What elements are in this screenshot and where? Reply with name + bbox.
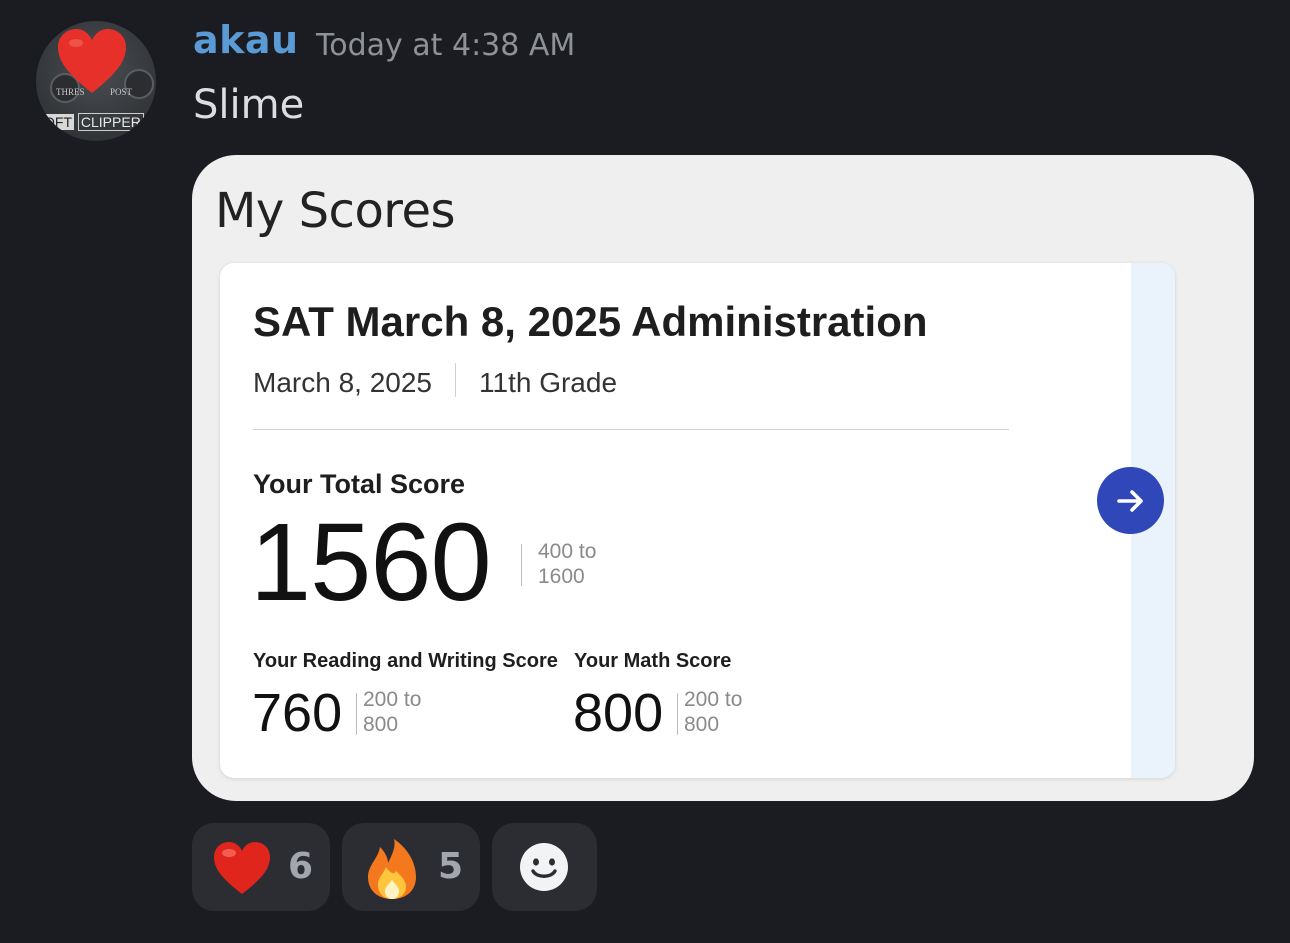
total-score-label: Your Total Score	[253, 469, 466, 499]
date-grade-divider	[455, 363, 456, 397]
reading-score-range: 200 to 800	[363, 687, 421, 737]
math-score-value: 800	[573, 683, 664, 743]
avatar-plate-right: CLIPPER	[77, 113, 144, 131]
add-reaction-button[interactable]	[492, 823, 597, 911]
arrow-right-icon	[1116, 489, 1143, 512]
chat-message: THRES POST OFT CLIPPER akau Today at 4:3…	[0, 0, 1290, 943]
reaction-heart-count: 6	[288, 846, 314, 887]
total-range-bar	[521, 544, 522, 586]
total-range-line1: 400 to	[538, 540, 597, 563]
test-date: March 8, 2025	[253, 367, 432, 398]
total-score-value: 1560	[250, 501, 492, 624]
math-range-bar	[677, 693, 678, 735]
test-grade: 11th Grade	[479, 367, 618, 398]
reaction-fire[interactable]: 5	[342, 823, 480, 911]
section-divider	[253, 429, 1009, 430]
math-score-range: 200 to 800	[684, 687, 742, 737]
test-administration-heading: SAT March 8, 2025 Administration	[253, 298, 928, 345]
message-timestamp: Today at 4:38 AM	[316, 28, 576, 63]
username[interactable]: akau	[193, 18, 299, 62]
avatar-plate-left: OFT	[42, 114, 74, 130]
user-avatar[interactable]: THRES POST OFT CLIPPER	[36, 21, 156, 141]
reading-range-bar	[356, 693, 357, 735]
red-heart-icon	[214, 842, 270, 894]
image-attachment[interactable]: My Scores SAT March 8, 2025 Administrati…	[192, 155, 1254, 801]
message-text: Slime	[193, 82, 305, 128]
reading-range-line2: 800	[363, 713, 399, 737]
reading-writing-score-label: Your Reading and Writing Score	[253, 650, 558, 672]
total-range-line2: 1600	[538, 565, 585, 589]
smiley-face-icon	[520, 843, 568, 891]
math-score-label: Your Math Score	[574, 650, 732, 672]
fire-icon	[368, 839, 416, 899]
avatar-plate: OFT CLIPPER	[42, 113, 152, 134]
math-range-line1: 200 to	[684, 688, 743, 711]
heart-icon	[58, 29, 126, 93]
reaction-fire-count: 5	[438, 846, 464, 887]
reading-writing-score-value: 760	[252, 683, 343, 743]
score-card[interactable]: SAT March 8, 2025 Administration March 8…	[220, 263, 1175, 778]
view-score-details-button[interactable]	[1097, 467, 1164, 534]
reading-range-line1: 200 to	[363, 688, 422, 711]
total-score-range: 400 to 1600	[538, 539, 596, 589]
math-range-line2: 800	[684, 713, 720, 737]
reaction-heart[interactable]: 6	[192, 823, 330, 911]
scores-page-title: My Scores	[215, 183, 456, 239]
